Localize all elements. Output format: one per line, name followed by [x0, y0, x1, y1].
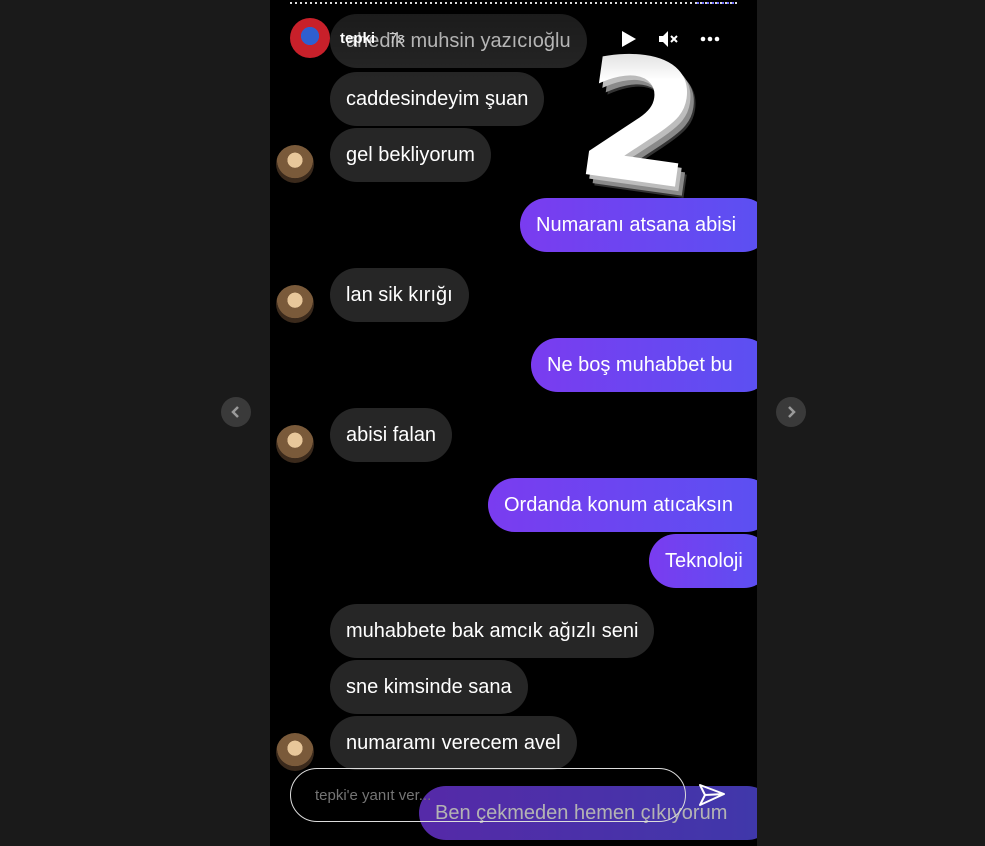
- story-avatar[interactable]: [290, 18, 330, 58]
- story-progress-bar: [290, 2, 737, 4]
- story-header: tepki 7s: [290, 18, 737, 60]
- message-incoming: gel bekliyorum: [330, 128, 491, 182]
- sender-avatar: [276, 733, 314, 771]
- reply-input[interactable]: [290, 768, 686, 822]
- story-timestamp: 7s: [389, 30, 405, 47]
- chevron-right-icon: [788, 406, 796, 418]
- message-incoming: sne kimsinde sana: [330, 660, 528, 714]
- previous-story-button[interactable]: [221, 397, 251, 427]
- sender-avatar: [276, 285, 314, 323]
- message-outgoing: Teknoloji: [649, 534, 757, 588]
- message-outgoing: Ne boş muhabbet bu: [531, 338, 757, 392]
- sender-avatar: [276, 425, 314, 463]
- sender-avatar: [276, 145, 314, 183]
- message-outgoing: Ordanda konum atıcaksın: [488, 478, 757, 532]
- message-incoming: caddesindeyim şuan: [330, 72, 545, 126]
- message-incoming: lan sik kırığı: [330, 268, 469, 322]
- message-incoming: abisi falan: [330, 408, 453, 462]
- play-icon[interactable]: [617, 28, 639, 50]
- story-username[interactable]: tepki: [340, 30, 375, 47]
- more-icon[interactable]: [699, 28, 721, 50]
- send-icon[interactable]: [697, 780, 727, 810]
- mute-icon[interactable]: [657, 28, 679, 50]
- next-story-button[interactable]: [776, 397, 806, 427]
- story-viewer[interactable]: ahedik muhsin yazıcıoğlu caddesindeyim ş…: [270, 0, 757, 846]
- message-incoming: muhabbete bak amcık ağızlı seni: [330, 604, 655, 658]
- chevron-left-icon: [231, 406, 239, 418]
- message-incoming: numaramı verecem avel: [330, 716, 577, 770]
